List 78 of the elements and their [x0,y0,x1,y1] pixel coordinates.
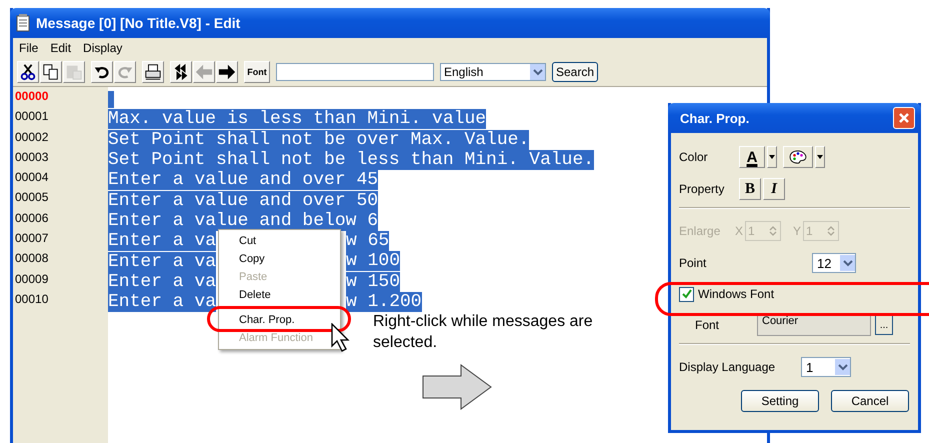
message-text[interactable]: Set Point shall not be less than Mini. Value. [108,150,594,170]
line-number: 00005 [14,190,50,206]
palette-button[interactable] [783,146,813,168]
menu-item[interactable]: Display [83,41,122,55]
line-number: 00003 [14,150,50,166]
line-number: 00008 [14,251,50,268]
printer-button[interactable] [142,61,164,83]
browse-button[interactable]: ... [875,315,893,335]
message-text[interactable]: Enter a va [108,292,216,312]
dialog-button[interactable]: Setting [741,390,819,412]
y-label: Y [793,224,802,238]
message-text[interactable]: Enter a va [108,252,216,272]
message-text[interactable]: Max. value is less than Mini. value [108,109,486,130]
menu-item[interactable]: Cut [219,232,340,250]
message-text[interactable]: w 65 [346,231,390,252]
chevron-down-icon [530,64,545,80]
window-title: Message [0] [No Title.V8] - Edit [36,15,240,31]
line-number: 00010 [14,292,50,308]
menu-item[interactable]: Delete [219,286,340,304]
language-dropdown[interactable]: 1 [801,357,851,377]
close-button[interactable] [893,107,915,129]
undo-button[interactable] [91,61,113,83]
caret-icon [769,155,775,159]
caret-icon [817,155,823,159]
notepad-icon [16,14,30,32]
scissors-button[interactable] [17,61,39,83]
message-text[interactable]: Enter a value and below 6 [108,210,378,231]
enlarge-label: Enlarge [679,224,722,238]
menu-item[interactable]: File [19,41,38,55]
menu-item[interactable]: Copy [219,250,340,268]
font-field: Courier [757,314,871,336]
menu-item[interactable]: Edit [50,41,72,55]
message-text[interactable]: Enter a va [108,272,216,292]
message-text[interactable]: w 150 [346,272,400,292]
font-color-button[interactable]: A [739,146,765,168]
message-text[interactable]: w 1.200 [346,292,422,312]
dropdown-button[interactable] [815,146,825,168]
message-text[interactable]: Enter a value and over 45 [108,170,378,190]
line-number: 00004 [14,170,50,186]
line-number: 00009 [14,272,50,288]
display-language-label: Display Language [679,360,776,374]
copy-button[interactable] [40,61,62,83]
search-field[interactable] [276,63,434,81]
message-text[interactable]: w 100 [346,251,400,272]
property-label: Property [679,182,726,196]
color-label: Color [679,150,709,164]
font-button[interactable]: Font [244,61,270,83]
annotation-text: Right-click while messages are selected. [373,312,594,353]
bold-button[interactable]: B [739,178,761,200]
palette-icon [789,150,807,164]
italic-button[interactable]: I [763,178,785,200]
chevron-down-icon [840,255,855,271]
checkbox[interactable] [679,286,694,302]
spin-arrows-icon [827,225,836,237]
search-button[interactable]: Search [552,62,598,82]
line-number: 00000 [14,89,50,105]
line-number: 00002 [14,130,50,146]
right-arrow-icon [422,364,492,410]
line-number: 00006 [14,210,50,227]
chevron-down-icon [835,359,850,375]
close-icon [898,112,910,124]
point-label: Point [679,256,708,270]
right-arrow-button[interactable] [216,61,238,83]
dialog-title: Char. Prop. [680,110,750,126]
language-dropdown[interactable]: English [440,63,546,81]
spin-arrows-icon [769,225,778,237]
x-label: X [735,224,744,238]
message-text[interactable]: Set Point shall not be over Max. Value. [108,130,530,150]
dialog-button[interactable]: Cancel [831,390,909,412]
line-number: 00001 [14,109,50,126]
checkbox-label: Windows Font [698,287,774,301]
dropdown-button[interactable] [767,146,777,168]
message-text[interactable]: Enter a va [108,231,216,252]
message-text[interactable]: Enter a value and over 50 [108,190,378,211]
double-arrow-button[interactable] [170,61,192,83]
point-dropdown[interactable]: 12 [812,253,856,273]
font-label: Font [694,318,720,332]
line-number: 00007 [14,231,50,248]
